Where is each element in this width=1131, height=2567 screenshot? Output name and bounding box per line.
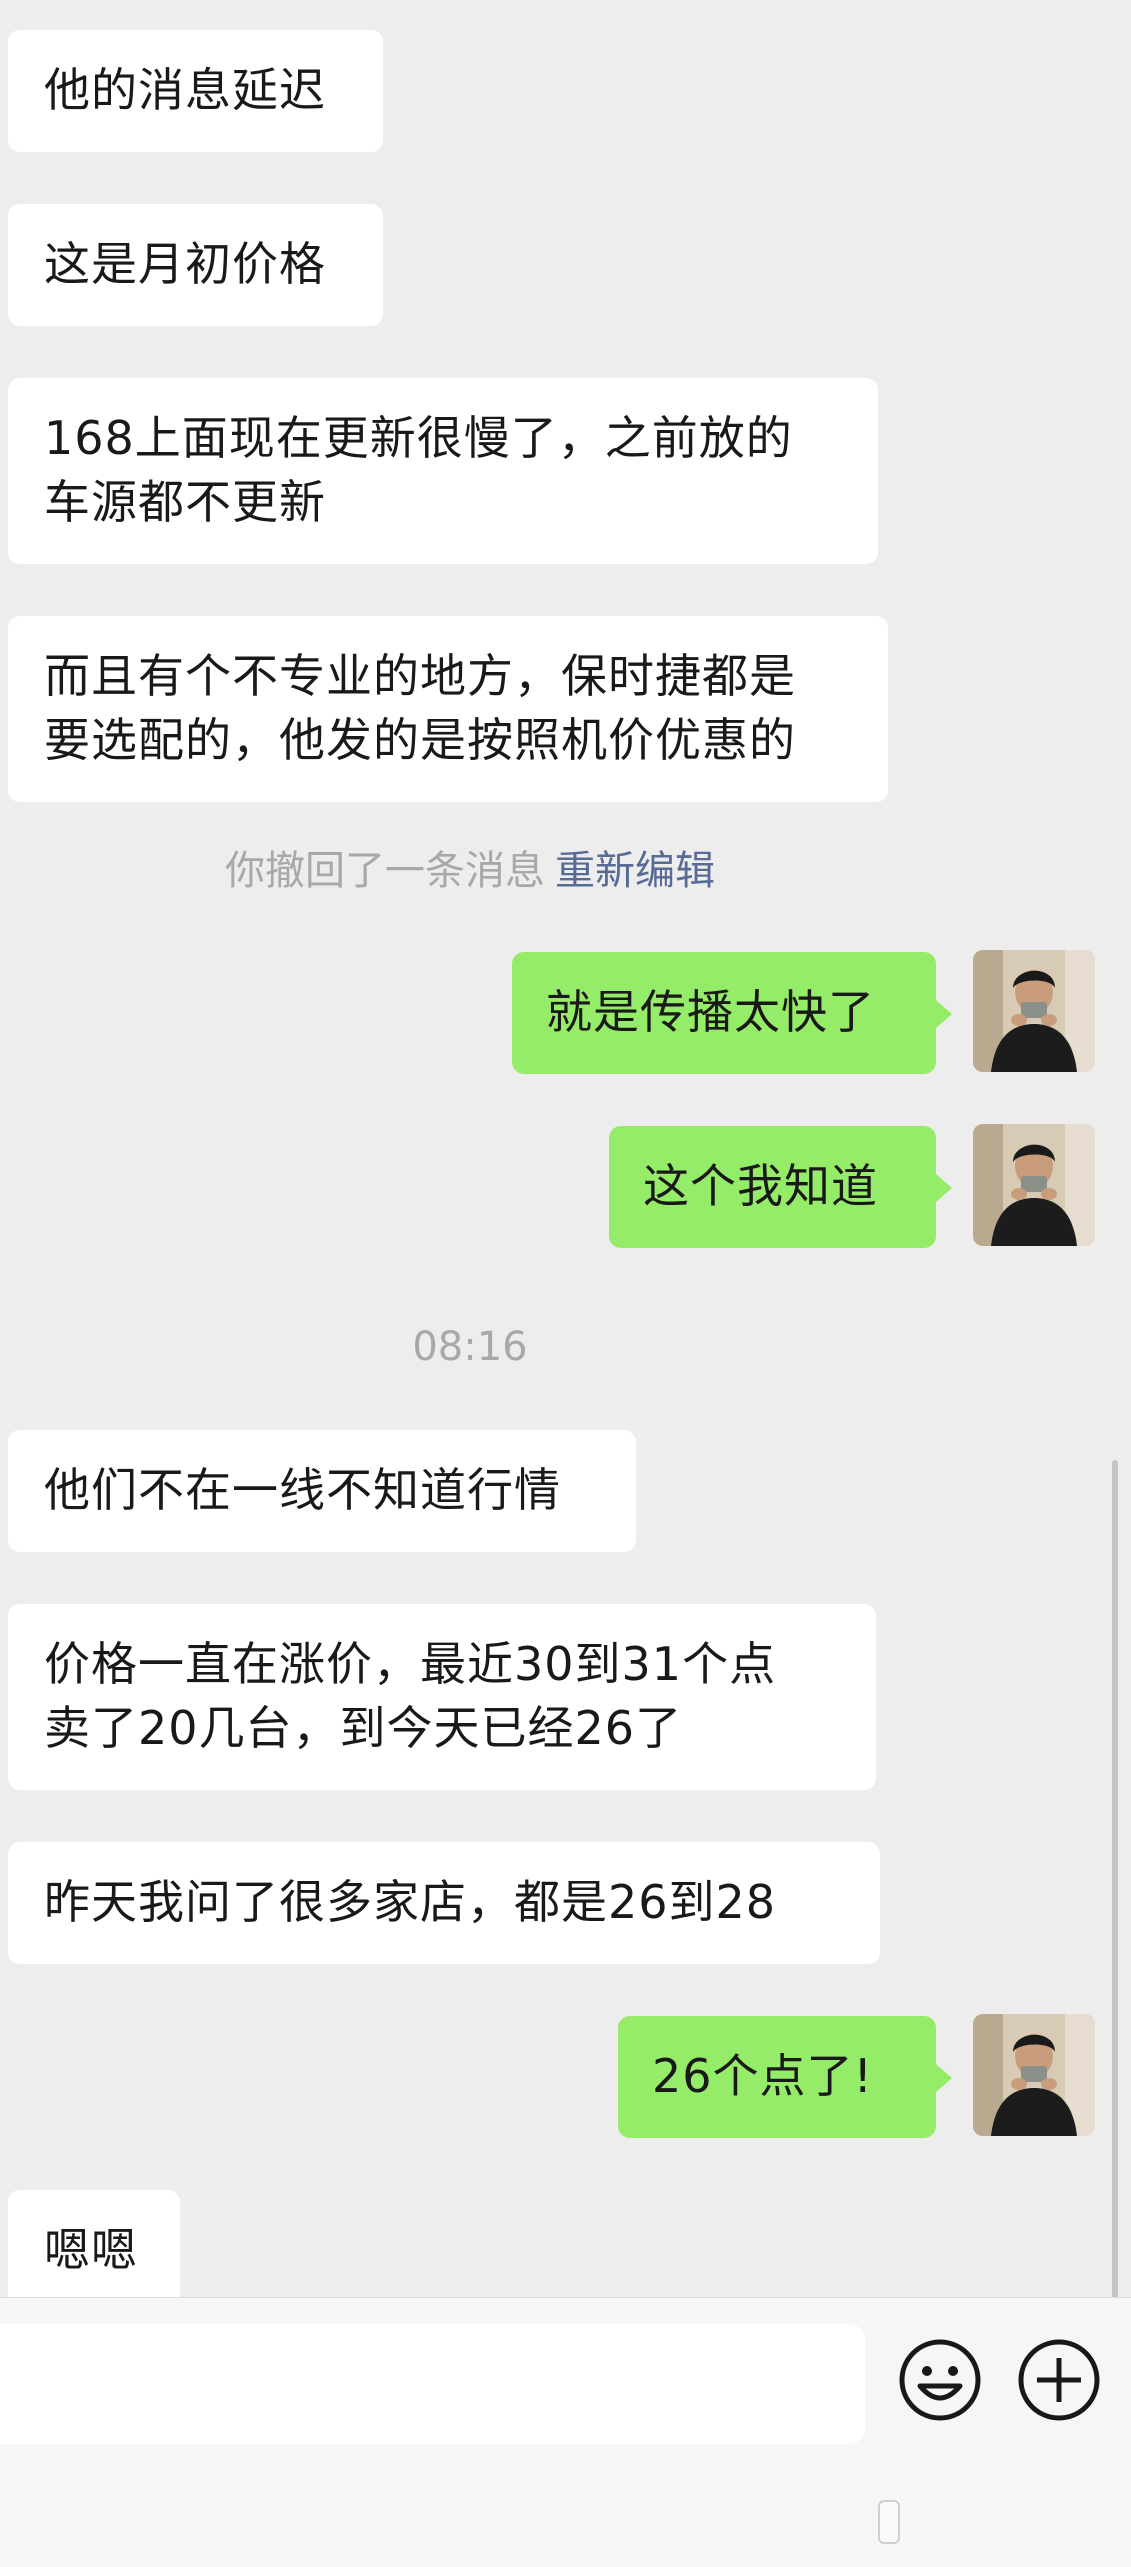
message-bubble-outgoing[interactable]: 26个点了! xyxy=(618,2016,952,2138)
person-photo-icon xyxy=(973,1124,1095,1246)
emoji-button[interactable] xyxy=(898,2338,982,2422)
message-bubble-incoming[interactable]: 价格一直在涨价，最近30到31个点 卖了20几台，到今天已经26了 xyxy=(8,1604,876,1790)
chat-message-list[interactable]: 他的消息延迟 这是月初价格 168上面现在更新很慢了，之前放的 车源都不更新 而… xyxy=(0,0,1131,2297)
message-bubble-outgoing[interactable]: 这个我知道 xyxy=(609,1126,952,1248)
recall-text: 你撤回了一条消息 xyxy=(225,848,545,894)
recall-notice: 你撤回了一条消息 重新编辑 xyxy=(0,838,940,896)
person-photo-icon xyxy=(973,2014,1095,2136)
message-bubble-incoming[interactable]: 而且有个不专业的地方，保时捷都是 要选配的，他发的是按照机价优惠的 xyxy=(8,616,888,802)
message-bubble-incoming[interactable]: 嗯嗯 xyxy=(8,2190,180,2297)
person-photo-icon xyxy=(973,950,1095,1072)
user-avatar[interactable] xyxy=(973,950,1095,1072)
message-bubble-incoming[interactable]: 他们不在一线不知道行情 xyxy=(8,1430,636,1552)
message-timestamp: 08:16 xyxy=(412,1324,528,1370)
message-bubble-incoming[interactable]: 他的消息延迟 xyxy=(8,30,383,152)
message-bubble-incoming[interactable]: 昨天我问了很多家店，都是26到28 xyxy=(8,1842,880,1964)
input-bar xyxy=(0,2297,1131,2567)
message-bubble-incoming[interactable]: 168上面现在更新很慢了，之前放的 车源都不更新 xyxy=(8,378,878,564)
reedit-link[interactable]: 重新编辑 xyxy=(555,848,715,894)
more-button[interactable] xyxy=(1017,2338,1101,2422)
plus-icon xyxy=(1018,2339,1100,2421)
emoji-icon xyxy=(899,2339,981,2421)
message-bubble-incoming[interactable]: 这是月初价格 xyxy=(8,204,383,326)
home-indicator xyxy=(878,2500,900,2544)
message-input[interactable] xyxy=(0,2324,865,2444)
scrollbar[interactable] xyxy=(1112,1460,1118,2297)
user-avatar[interactable] xyxy=(973,1124,1095,1246)
message-bubble-outgoing[interactable]: 就是传播太快了 xyxy=(512,952,952,1074)
user-avatar[interactable] xyxy=(973,2014,1095,2136)
